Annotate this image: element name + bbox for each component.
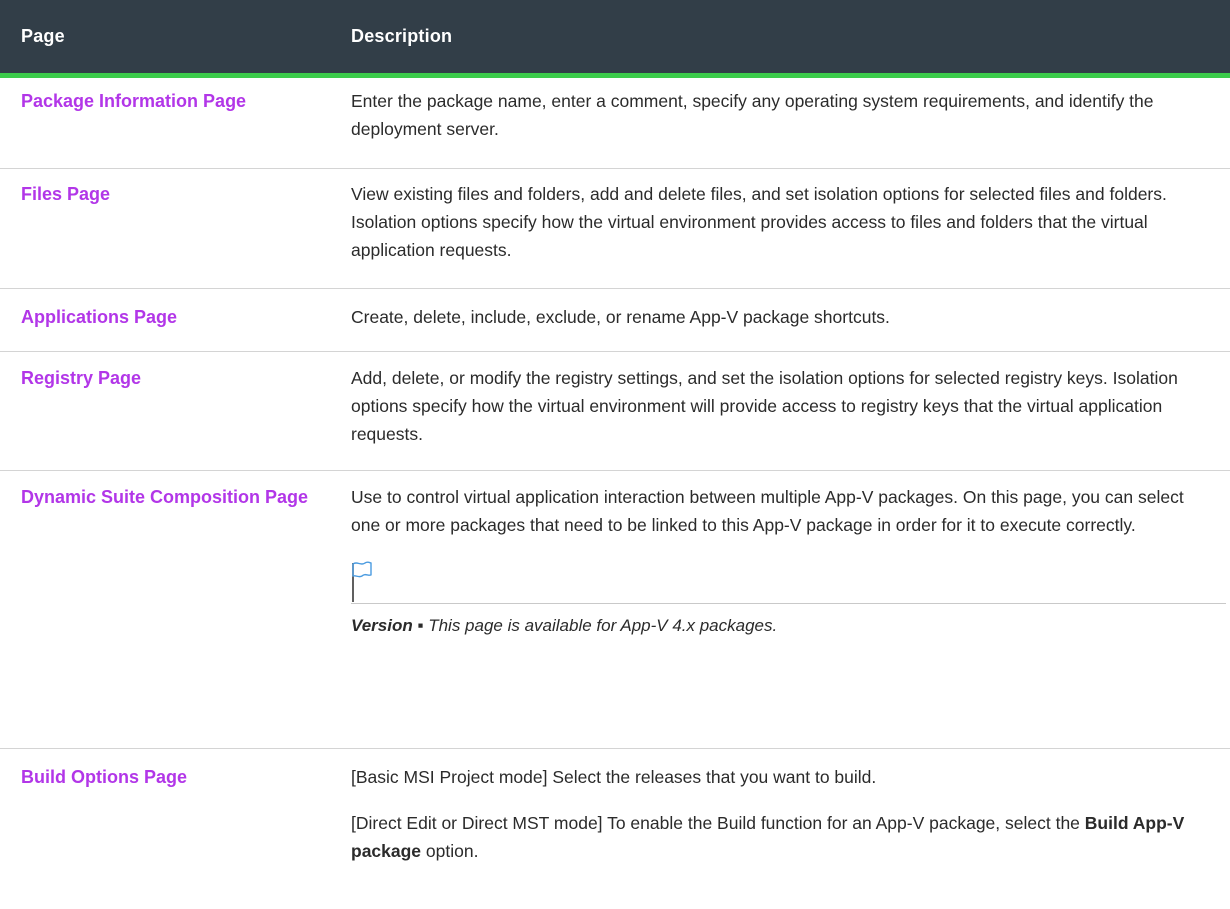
- link-build-options-page[interactable]: Build Options Page: [21, 763, 187, 791]
- header-description: Description: [351, 26, 453, 46]
- table-header-row: Page Description: [0, 0, 1230, 78]
- table-row: Package Information Page Enter the packa…: [0, 78, 1230, 169]
- table-row: Applications Page Create, delete, includ…: [0, 289, 1230, 352]
- note-body: This page is available for App-V 4.x pac…: [428, 616, 778, 635]
- table-row: Dynamic Suite Composition Page Use to co…: [0, 471, 1230, 749]
- link-files-page[interactable]: Files Page: [21, 180, 110, 208]
- note-divider: [351, 559, 1226, 604]
- flag-icon: [352, 561, 372, 602]
- description-registry: Add, delete, or modify the registry sett…: [351, 368, 1178, 444]
- link-applications-page[interactable]: Applications Page: [21, 303, 177, 331]
- table-row: Files Page View existing files and folde…: [0, 169, 1230, 289]
- description-dynamic-suite-composition: Use to control virtual application inter…: [351, 487, 1184, 535]
- header-page: Page: [21, 26, 65, 46]
- page-description-table: Page Description Package Information Pag…: [0, 0, 1230, 904]
- table-row: Build Options Page [Basic MSI Project mo…: [0, 749, 1230, 904]
- description-applications: Create, delete, include, exclude, or ren…: [351, 307, 890, 327]
- version-note: Version ▪ This page is available for App…: [351, 613, 1188, 639]
- link-dynamic-suite-composition-page[interactable]: Dynamic Suite Composition Page: [21, 483, 308, 511]
- link-package-information-page[interactable]: Package Information Page: [21, 87, 246, 115]
- link-registry-page[interactable]: Registry Page: [21, 364, 141, 392]
- description-build-options-direct: [Direct Edit or Direct MST mode] To enab…: [351, 813, 1185, 861]
- description-package-information: Enter the package name, enter a comment,…: [351, 91, 1154, 139]
- table-row: Registry Page Add, delete, or modify the…: [0, 352, 1230, 471]
- description-build-options-basic: [Basic MSI Project mode] Select the rele…: [351, 767, 877, 787]
- note-separator: ▪: [412, 616, 429, 635]
- note-label: Version: [351, 616, 413, 635]
- description-files: View existing files and folders, add and…: [351, 184, 1167, 260]
